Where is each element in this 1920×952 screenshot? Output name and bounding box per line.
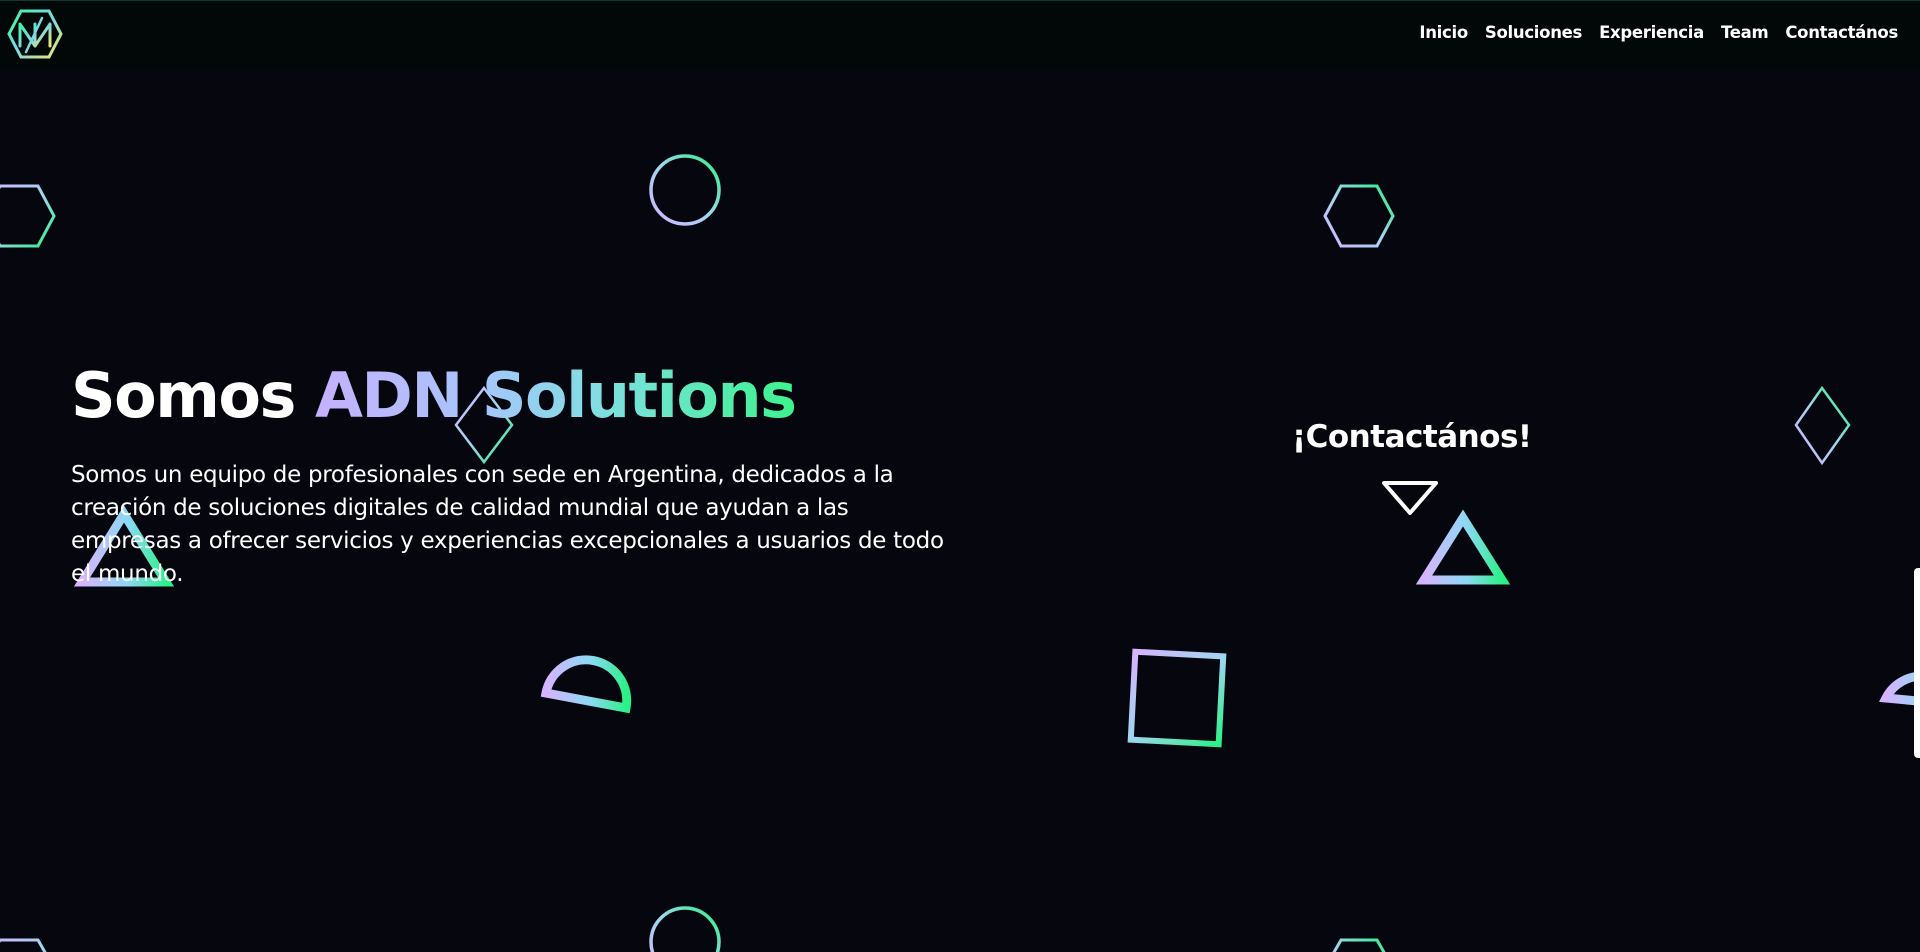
- nav-link-contactanos[interactable]: Contactános: [1785, 23, 1898, 42]
- circle-shape-icon: [649, 154, 721, 226]
- hero-title: Somos ADN Solutions: [71, 359, 797, 432]
- scrollbar-thumb[interactable]: [1914, 568, 1920, 758]
- nav-link-soluciones[interactable]: Soluciones: [1485, 23, 1582, 42]
- hexagon-shape-icon: [0, 184, 56, 248]
- hexagon-shape-icon: [0, 938, 47, 952]
- page: Inicio Soluciones Experiencia Team Conta…: [0, 0, 1920, 952]
- hexagon-shape-icon: [1332, 938, 1386, 952]
- down-triangle-icon[interactable]: [1380, 479, 1440, 519]
- top-navbar: Inicio Soluciones Experiencia Team Conta…: [0, 0, 1920, 69]
- nav-link-experiencia[interactable]: Experiencia: [1599, 23, 1704, 42]
- nav-link-team[interactable]: Team: [1721, 23, 1769, 42]
- triangle-shape-icon: [1415, 509, 1511, 585]
- nav-link-inicio[interactable]: Inicio: [1419, 23, 1468, 42]
- hero-title-plain: Somos: [71, 359, 315, 432]
- hero-title-highlight: ADN Solutions: [314, 359, 797, 432]
- contact-cta-title[interactable]: ¡Contactános!: [1292, 419, 1532, 455]
- main-nav: Inicio Soluciones Experiencia Team Conta…: [1419, 23, 1898, 42]
- circle-shape-icon: [649, 906, 721, 952]
- hexagon-shape-icon: [1323, 184, 1395, 248]
- square-shape-icon: [1127, 648, 1227, 748]
- diamond-shape-icon: [1794, 385, 1851, 466]
- half-circle-shape-icon: [540, 655, 632, 714]
- hero-description: Somos un equipo de profesionales con sed…: [71, 462, 944, 587]
- adn-logo-icon[interactable]: [7, 8, 63, 60]
